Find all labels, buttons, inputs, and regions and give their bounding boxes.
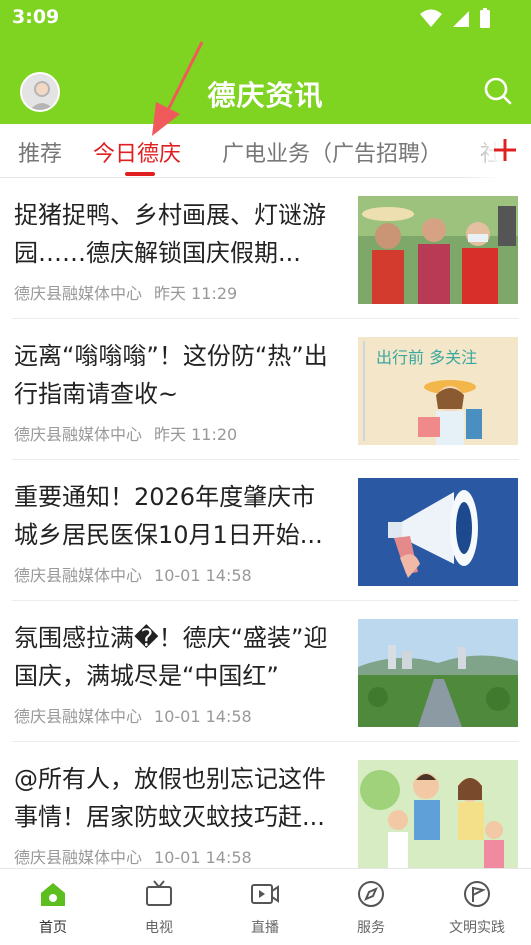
news-item[interactable]: 捉猪捉鸭、乡村画展、灯谜游园……德庆解锁国庆假期... 德庆县融媒体中心 昨天 1… — [0, 178, 531, 319]
news-thumbnail — [358, 760, 518, 868]
thumbnail-text: 出行前 多关注 — [376, 348, 477, 367]
news-source: 德庆县融媒体中心 — [14, 284, 143, 303]
nav-label: 首页 — [39, 920, 67, 936]
tab-today-deqing[interactable]: 今日德庆 — [93, 136, 181, 168]
active-tab-indicator — [125, 172, 155, 176]
news-time: 10-01 14:58 — [154, 707, 252, 726]
tab-broadcast-business[interactable]: 广电业务（广告招聘） — [222, 136, 442, 168]
battery-icon — [480, 8, 490, 28]
news-meta: 德庆县融媒体中心 10-01 14:58 — [14, 562, 252, 586]
live-video-icon — [251, 884, 279, 904]
news-source: 德庆县融媒体中心 — [14, 425, 143, 444]
news-time: 10-01 14:58 — [154, 848, 252, 867]
add-channel-icon[interactable] — [491, 136, 519, 164]
status-time: 3:09 — [12, 6, 60, 28]
tab-recommend[interactable]: 推荐 — [18, 136, 62, 168]
status-icons — [419, 8, 491, 28]
news-item[interactable]: 重要通知！2026年度肇庆市城乡居民医保10月1日开始... 德庆县融媒体中心 1… — [0, 460, 531, 601]
news-source: 德庆县融媒体中心 — [14, 848, 143, 867]
news-meta: 德庆县融媒体中心 昨天 11:20 — [14, 421, 237, 445]
nav-label: 直播 — [251, 920, 279, 936]
news-thumbnail — [358, 478, 518, 586]
wifi-icon — [420, 9, 442, 27]
nav-home[interactable]: 首页 — [0, 869, 106, 945]
tv-icon — [146, 880, 172, 906]
channel-tabbar: 推荐 今日德庆 广电业务（广告招聘） 社 — [0, 124, 531, 178]
search-icon[interactable] — [483, 76, 513, 106]
news-thumbnail — [358, 196, 518, 304]
news-item[interactable]: 远离“嗡嗡嗡”！这份防“热”出行指南请查收~ 德庆县融媒体中心 昨天 11:20 … — [0, 319, 531, 460]
nav-service[interactable]: 服务 — [318, 869, 424, 945]
news-source: 德庆县融媒体中心 — [14, 707, 143, 726]
nav-label: 文明实践 — [449, 920, 505, 936]
nav-label: 服务 — [357, 920, 385, 936]
news-feed[interactable]: 捉猪捉鸭、乡村画展、灯谜游园……德庆解锁国庆假期... 德庆县融媒体中心 昨天 1… — [0, 178, 531, 868]
news-item[interactable]: 氛围感拉满�！德庆“盛装”迎国庆，满城尽是“中国红” 德庆县融媒体中心 10-01… — [0, 601, 531, 742]
compass-icon — [358, 881, 384, 907]
news-title: 远离“嗡嗡嗡”！这份防“热”出行指南请查收~ — [14, 342, 328, 408]
news-title: 氛围感拉满�！德庆“盛装”迎国庆，满城尽是“中国红” — [14, 624, 328, 690]
news-meta: 德庆县融媒体中心 10-01 14:58 — [14, 703, 252, 727]
signal-icon — [453, 11, 469, 27]
flag-circle-icon — [464, 881, 490, 907]
news-thumbnail — [358, 619, 518, 727]
nav-label: 电视 — [145, 920, 173, 936]
news-item[interactable]: @所有人，放假也别忘记这件事情！居家防蚊灭蚊技巧赶... 德庆县融媒体中心 10-… — [0, 742, 531, 868]
app-title: 德庆资讯 — [207, 79, 324, 112]
news-title: 重要通知！2026年度肇庆市城乡居民医保10月1日开始... — [14, 483, 323, 549]
news-meta: 德庆县融媒体中心 10-01 14:58 — [14, 844, 252, 868]
bottom-nav: 首页 电视 直播 服务 文明实践 — [0, 868, 531, 945]
news-time: 昨天 11:29 — [154, 284, 238, 303]
status-bar: 3:09 — [0, 0, 531, 36]
nav-live[interactable]: 直播 — [212, 869, 318, 945]
news-thumbnail: 出行前 多关注 — [358, 337, 518, 445]
news-meta: 德庆县融媒体中心 昨天 11:29 — [14, 280, 237, 304]
news-source: 德庆县融媒体中心 — [14, 566, 143, 585]
nav-tv[interactable]: 电视 — [106, 869, 212, 945]
news-title: @所有人，放假也别忘记这件事情！居家防蚊灭蚊技巧赶... — [14, 765, 326, 831]
nav-civilization-practice[interactable]: 文明实践 — [424, 869, 530, 945]
app-header: 德庆资讯 — [0, 36, 531, 124]
news-time: 10-01 14:58 — [154, 566, 252, 585]
home-icon — [41, 883, 65, 906]
news-title: 捉猪捉鸭、乡村画展、灯谜游园……德庆解锁国庆假期... — [14, 201, 326, 267]
news-time: 昨天 11:20 — [154, 425, 238, 444]
